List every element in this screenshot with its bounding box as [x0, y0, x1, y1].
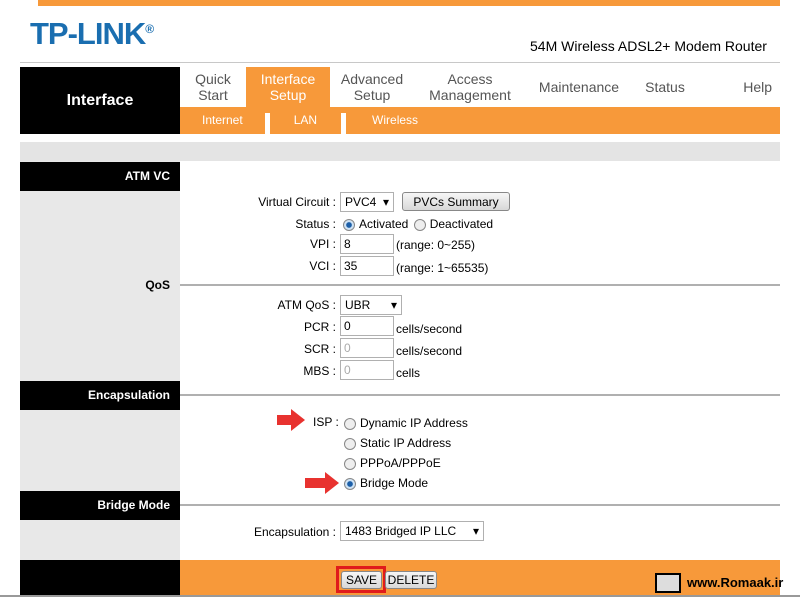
vci-label: VCI : [309, 259, 336, 273]
nav-section-label: Interface [20, 67, 180, 134]
status-label: Status : [295, 217, 336, 231]
subtab-lan[interactable]: LAN [270, 107, 341, 134]
tab-access-management[interactable]: Access Management [414, 67, 526, 107]
subtab-internet[interactable]: Internet [180, 107, 265, 134]
romaak-logo-icon [655, 573, 681, 593]
scr-label: SCR : [303, 342, 336, 356]
atm-qos-select[interactable]: UBR ▾ [340, 295, 402, 315]
red-arrow-icon [325, 472, 339, 494]
footer-left [20, 560, 180, 595]
tab-maintenance[interactable]: Maintenance [526, 67, 632, 107]
bottom-border [0, 595, 800, 597]
chevron-down-icon: ▾ [472, 524, 479, 538]
chevron-down-icon: ▾ [390, 298, 397, 312]
vpi-range: (range: 0~255) [396, 238, 476, 252]
encapsulation-select[interactable]: 1483 Bridged IP LLC ▾ [340, 521, 484, 541]
tab-quick-start[interactable]: Quick Start [180, 67, 246, 107]
main-tabs: Quick Start Interface Setup Advanced Setup … [180, 67, 780, 107]
watermark-text: www.Romaak.ir [687, 575, 784, 590]
tab-help[interactable]: Help [698, 67, 780, 107]
tab-advanced-setup[interactable]: Advanced Setup [330, 67, 414, 107]
vpi-label: VPI : [309, 237, 336, 251]
status-radio-group: Activated Deactivated [343, 217, 493, 231]
red-arrow-icon [277, 415, 291, 425]
top-accent-bar [38, 0, 780, 6]
chevron-down-icon: ▾ [382, 195, 389, 209]
isp-option-dynamic[interactable]: Dynamic IP Address [344, 416, 468, 430]
radio-icon[interactable] [344, 457, 356, 470]
delete-button[interactable]: DELETE [385, 571, 437, 589]
atm-qos-label: ATM QoS : [277, 298, 336, 312]
tab-interface-setup[interactable]: Interface Setup [246, 67, 330, 107]
pcr-unit: cells/second [396, 322, 463, 336]
vpi-input[interactable]: 8 [340, 234, 394, 254]
radio-icon[interactable] [344, 417, 356, 430]
pcr-input[interactable]: 0 [340, 316, 394, 336]
mbs-input[interactable]: 0 [340, 360, 394, 380]
isp-option-static[interactable]: Static IP Address [344, 436, 451, 450]
red-arrow-icon [291, 409, 305, 431]
vci-range: (range: 1~65535) [396, 261, 489, 275]
vci-input[interactable]: 35 [340, 256, 394, 276]
radio-icon[interactable] [344, 437, 356, 450]
scr-input[interactable]: 0 [340, 338, 394, 358]
section-bridge-mode: Bridge Mode [20, 491, 180, 520]
divider [180, 394, 780, 396]
section-atm-vc: ATM VC [20, 162, 180, 191]
mbs-label: MBS : [303, 364, 336, 378]
section-encapsulation: Encapsulation [20, 381, 180, 410]
isp-option-pppoe[interactable]: PPPoA/PPPoE [344, 456, 441, 470]
divider [180, 504, 780, 506]
section-qos: QoS [145, 278, 170, 292]
header-divider [20, 62, 780, 63]
tp-link-logo: TP-LINK® [30, 16, 154, 51]
virtual-circuit-label: Virtual Circuit : [258, 195, 336, 209]
deactivated-radio[interactable] [413, 218, 426, 231]
deactivated-label: Deactivated [429, 217, 494, 231]
subtab-wireless[interactable]: Wireless [346, 107, 444, 134]
tab-status[interactable]: Status [632, 67, 698, 107]
save-button[interactable]: SAVE [341, 571, 382, 589]
radio-icon[interactable] [344, 477, 356, 490]
red-arrow-icon [305, 478, 325, 488]
virtual-circuit-select[interactable]: PVC4 ▾ [340, 192, 394, 212]
sub-tabs: Internet LAN Wireless [180, 107, 780, 134]
mbs-unit-cells: cells [396, 366, 421, 380]
encapsulation-label: Encapsulation : [253, 525, 336, 539]
activated-label: Activated [359, 217, 409, 231]
divider [180, 284, 780, 286]
scr-unit: cells/second [396, 344, 463, 358]
isp-option-bridge[interactable]: Bridge Mode [344, 476, 428, 490]
spacer-bar [20, 142, 780, 161]
isp-label: ISP : [313, 415, 339, 429]
pcr-label: PCR : [303, 320, 336, 334]
pvcs-summary-button[interactable]: PVCs Summary [402, 192, 510, 211]
activated-radio[interactable] [343, 218, 355, 231]
product-subtitle: 54M Wireless ADSL2+ Modem Router [530, 38, 767, 54]
